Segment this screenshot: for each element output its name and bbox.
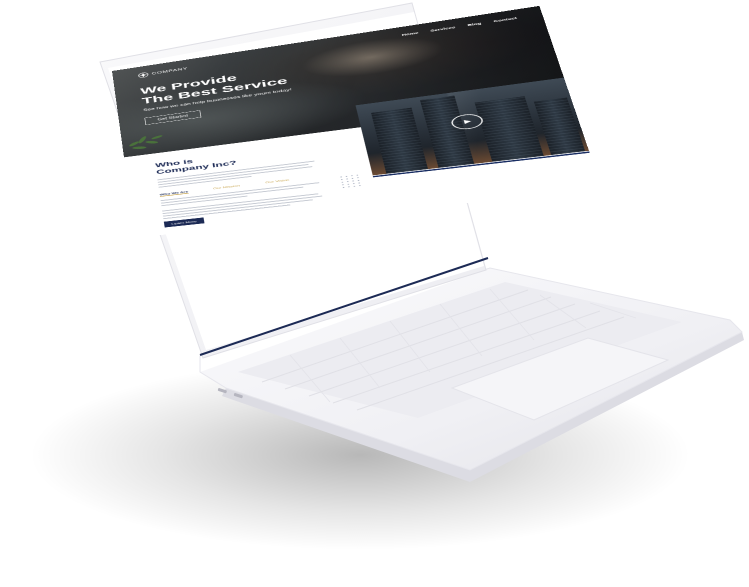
building-shape [474, 96, 544, 162]
tab-our-mission[interactable]: Our Mission [213, 184, 240, 191]
play-icon [463, 119, 472, 124]
tab-who-we-are[interactable]: Who We Are [159, 190, 189, 197]
dot-pattern [340, 174, 361, 188]
building-shape [371, 107, 429, 174]
tab-our-vision[interactable]: Our Vision [265, 178, 290, 184]
building-shape [419, 95, 475, 168]
